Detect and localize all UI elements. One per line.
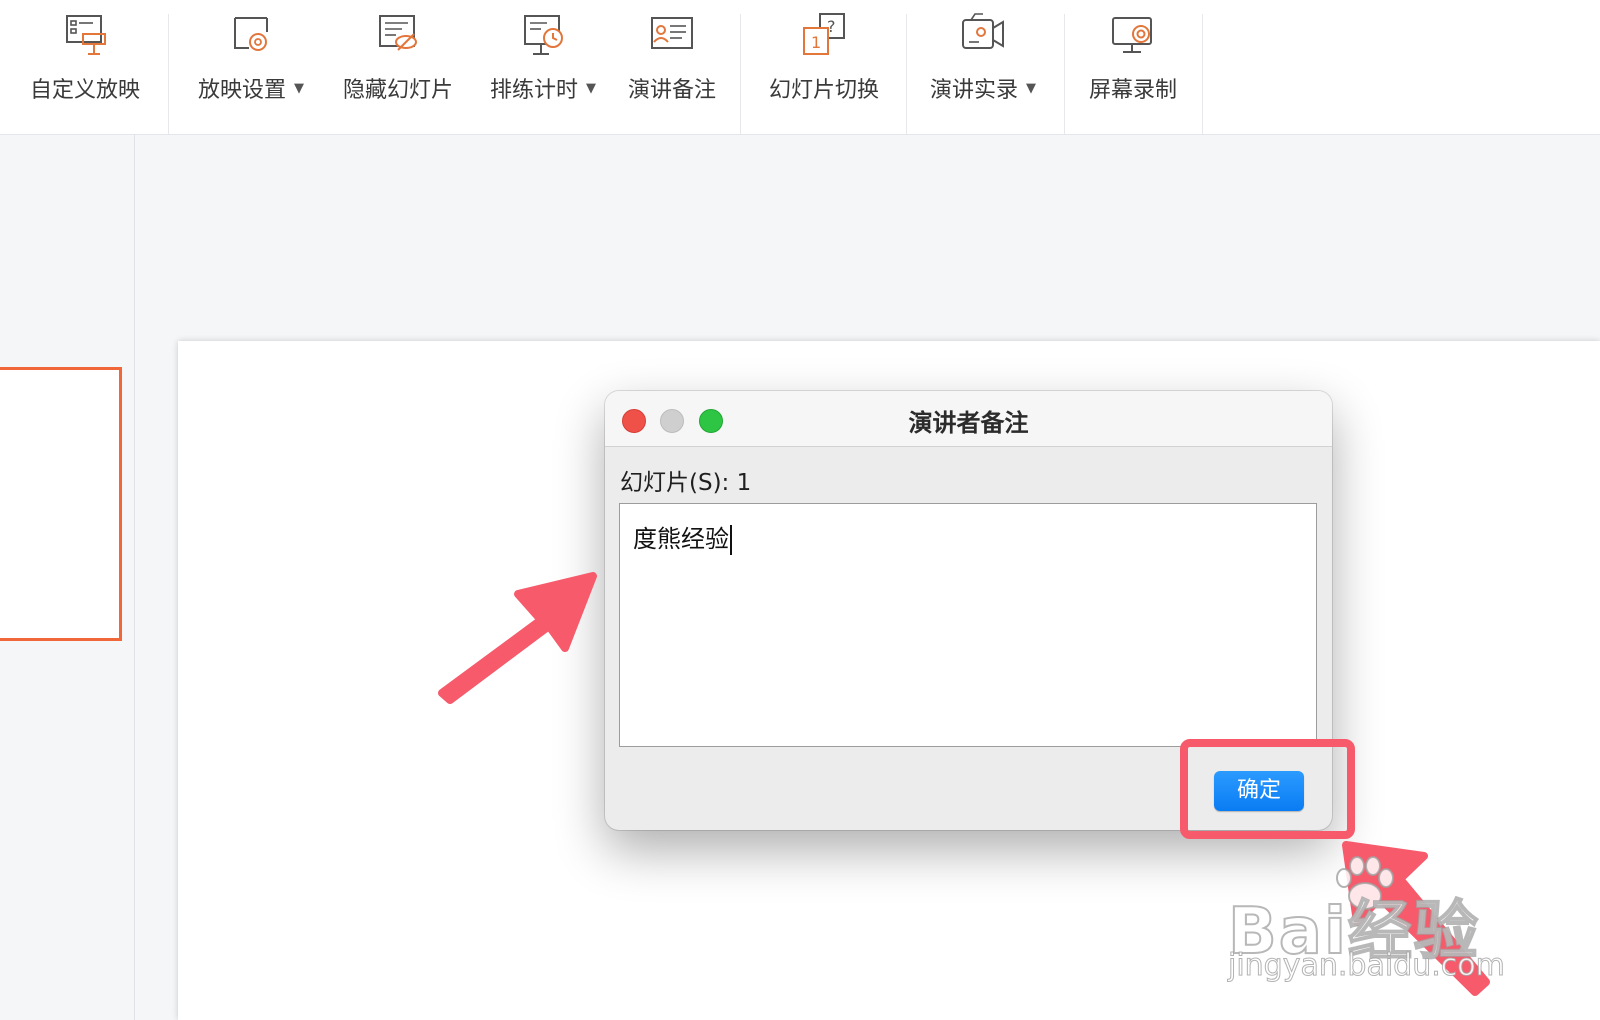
- record-video-button[interactable]: 演讲实录 ▼: [916, 0, 1050, 120]
- watermark-url: jingyan.baidu.com: [1228, 948, 1506, 984]
- chevron-down-icon[interactable]: ▼: [1026, 81, 1036, 96]
- slide-switch-label: 幻灯片切换: [768, 78, 879, 103]
- screen-record-icon: [1112, 17, 1152, 53]
- screen-record-label: 屏幕录制: [1088, 78, 1177, 103]
- chevron-down-icon[interactable]: ▼: [294, 81, 304, 96]
- rehearse-timing-button[interactable]: 排练计时 ▼: [478, 0, 608, 120]
- hide-slide-icon: [379, 15, 417, 51]
- speaker-notes-button[interactable]: 演讲备注: [614, 0, 730, 120]
- slideshow-settings-button[interactable]: 放映设置 ▼: [186, 0, 316, 120]
- slide-switch-icon: ? 1: [803, 13, 845, 55]
- notes-text: 度熊经验: [633, 525, 729, 553]
- custom-show-button[interactable]: 自定义放映: [20, 0, 150, 120]
- slideshow-settings-label: 放映设置: [197, 78, 286, 103]
- slide-number-label: 幻灯片(S): 1: [620, 470, 752, 496]
- hide-slide-label: 隐藏幻灯片: [342, 78, 453, 103]
- custom-show-label: 自定义放映: [29, 78, 140, 103]
- ribbon-toolbar: 自定义放映 放映设置 ▼ 隐藏幻灯片 排练计时 ▼ 演讲备注 ? 1 幻灯片切换…: [0, 0, 1600, 135]
- ok-button-highlight: [1180, 739, 1355, 839]
- slide-switch-button[interactable]: ? 1 幻灯片切换: [754, 0, 894, 120]
- rehearse-timing-label: 排练计时: [489, 78, 578, 103]
- rehearse-timing-icon: [524, 15, 563, 55]
- speaker-notes-label: 演讲备注: [627, 78, 716, 103]
- slideshow-settings-icon: [234, 17, 268, 51]
- notes-textarea[interactable]: 度熊经验: [619, 503, 1317, 747]
- dialog-titlebar[interactable]: 演讲者备注: [605, 391, 1332, 447]
- dialog-title: 演讲者备注: [908, 409, 1029, 437]
- record-video-label: 演讲实录: [929, 78, 1018, 103]
- screen-record-button[interactable]: 屏幕录制: [1074, 0, 1192, 120]
- slide-thumbnail-pane: [0, 135, 135, 1020]
- text-cursor: [730, 525, 732, 555]
- chevron-down-icon[interactable]: ▼: [586, 81, 596, 96]
- record-video-icon: [962, 13, 1004, 49]
- speaker-notes-icon: [651, 17, 693, 49]
- custom-show-icon: [66, 15, 106, 55]
- slide-thumbnail-1[interactable]: [0, 367, 122, 641]
- svg-text:1: 1: [811, 33, 821, 52]
- hide-slide-button[interactable]: 隐藏幻灯片: [328, 0, 468, 120]
